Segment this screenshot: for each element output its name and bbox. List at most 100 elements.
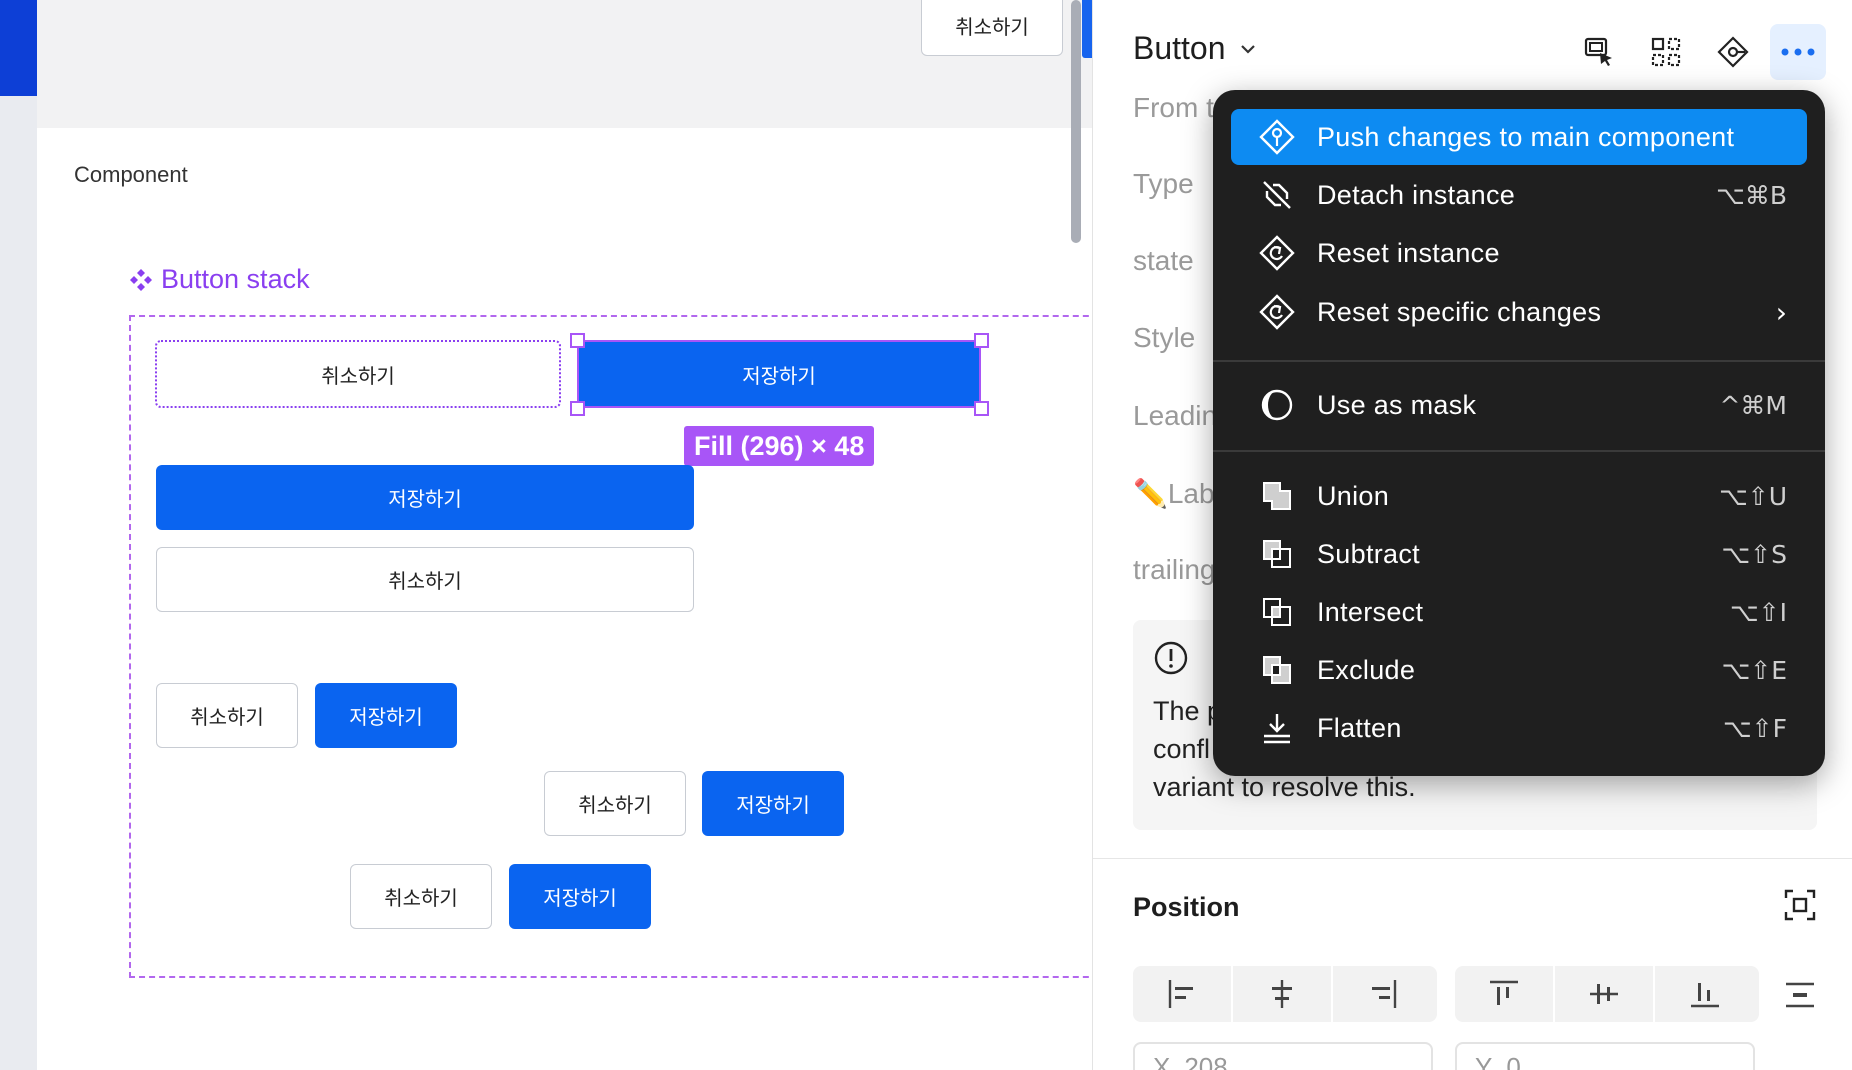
constraints-button[interactable] [1783,888,1817,927]
menu-item-label: Detach instance [1317,179,1516,210]
submenu-chevron-icon: › [1775,295,1787,329]
menu-item-push-changes[interactable]: Push changes to main component [1231,109,1807,165]
chevron-down-icon [1240,37,1256,60]
align-bottom-icon [1691,983,1719,1008]
resize-handle-bl[interactable] [570,401,585,416]
cancel-button[interactable]: 취소하기 [156,547,694,612]
save-button[interactable]: 저장하기 [509,864,651,929]
menu-item-shortcut: ⌥⇧E [1721,655,1787,685]
distribute-icon [1786,982,1814,1008]
section-label: Component [74,162,188,187]
prop-label-type: Type [1133,168,1194,199]
component-icon [130,268,152,291]
exclude-icon [1257,650,1297,690]
resize-handle-br[interactable] [974,401,989,416]
left-sidebar-stripe [0,0,37,1070]
canvas-scrollbar[interactable] [1071,0,1081,243]
prop-label-from: From t [1133,92,1214,123]
resize-handle-tl[interactable] [570,333,585,348]
prop-label-style: Style [1133,322,1196,353]
menu-item-detach-instance[interactable]: Detach instance ⌥⌘B [1231,167,1807,223]
menu-item-label: Flatten [1317,712,1402,743]
align-center-icon [1272,980,1292,1008]
save-button[interactable]: 저장하기 [315,683,457,748]
menu-item-union[interactable]: Union ⌥⇧U [1231,468,1807,524]
cancel-button[interactable]: 취소하기 [350,864,492,929]
menu-item-intersect[interactable]: Intersect ⌥⇧I [1231,584,1807,640]
vertical-align-group [1455,966,1759,1022]
align-top-button[interactable] [1455,966,1555,1022]
menu-item-label: Push changes to main component [1317,121,1735,152]
prop-label-leading: Leadin [1133,400,1218,431]
align-vertical-center-button[interactable] [1555,966,1655,1022]
top-cancel-button[interactable]: 취소하기 [921,0,1063,56]
hover-outline [155,340,561,408]
design-canvas[interactable]: 취소하기 Component Button stack 취소하기 저장하기 Fi… [37,0,1092,1070]
menu-item-reset-specific-changes[interactable]: Reset specific changes › [1231,284,1807,340]
menu-item-subtract[interactable]: Subtract ⌥⇧S [1231,526,1807,582]
menu-item-shortcut: ⌥⇧I [1729,597,1787,627]
menu-item-use-as-mask[interactable]: Use as mask ^⌘M [1231,377,1807,433]
align-bottom-button[interactable] [1655,966,1755,1022]
reset-icon [1257,233,1297,273]
more-icon [1781,48,1815,56]
save-button[interactable]: 저장하기 [156,465,694,530]
menu-item-shortcut: ⌥⌘B [1716,180,1787,210]
cancel-button[interactable]: 취소하기 [156,683,298,748]
prop-label-trailing: trailing [1133,554,1216,585]
resize-handle-tr[interactable] [974,333,989,348]
horizontal-align-group [1133,966,1437,1022]
sidebar-accent [0,0,37,96]
x-value: 208 [1184,1052,1228,1070]
menu-separator [1213,360,1825,362]
main-component-icon [1717,36,1749,68]
go-to-main-component-button[interactable] [1705,24,1761,80]
push-changes-icon [1257,117,1297,157]
menu-item-shortcut: ⌥⇧S [1721,539,1787,569]
align-top-icon [1490,980,1518,1005]
position-section-title: Position [1133,892,1240,922]
instance-title: Button [1133,30,1226,66]
menu-item-flatten[interactable]: Flatten ⌥⇧F [1231,700,1807,756]
distribute-button[interactable] [1783,978,1817,1017]
select-instance-icon [1584,37,1612,66]
subtract-icon [1257,534,1297,574]
instance-name[interactable]: Button [1133,30,1256,67]
menu-item-shortcut: ^⌘M [1719,390,1787,420]
save-button[interactable]: 저장하기 [702,771,844,836]
x-label: X [1153,1052,1171,1070]
menu-item-shortcut: ⌥⇧U [1718,481,1787,511]
size-tag: Fill (296) × 48 [684,426,875,466]
menu-item-label: Reset instance [1317,237,1500,268]
union-icon [1257,476,1297,516]
component-grid-button[interactable] [1638,24,1694,80]
component-frame-title[interactable]: Button stack [129,264,310,295]
menu-item-label: Reset specific changes [1317,296,1602,327]
menu-separator [1213,450,1825,452]
warning-icon [1154,641,1188,675]
more-options-button[interactable] [1770,24,1826,80]
canvas-edge-accent [1082,0,1092,58]
reset-specific-icon [1257,292,1297,332]
select-instance-button[interactable] [1571,24,1627,80]
prop-label-state: state [1133,245,1194,276]
align-right-icon [1372,980,1397,1008]
x-position-input[interactable]: X 208 [1133,1042,1433,1070]
detach-icon [1257,175,1297,215]
menu-item-reset-instance[interactable]: Reset instance [1231,225,1807,281]
align-right-button[interactable] [1333,966,1433,1022]
menu-item-label: Union [1317,480,1390,511]
menu-item-exclude[interactable]: Exclude ⌥⇧E [1231,642,1807,698]
cancel-button[interactable]: 취소하기 [544,771,686,836]
menu-item-label: Intersect [1317,596,1424,627]
selection-box [577,340,981,408]
align-horizontal-center-button[interactable] [1233,966,1333,1022]
y-label: Y [1475,1052,1493,1070]
instance-context-menu: Push changes to main component Detach in… [1213,90,1825,776]
section-divider [1093,858,1852,859]
menu-item-shortcut: ⌥⇧F [1722,713,1787,743]
align-middle-icon [1590,984,1618,1004]
flatten-icon [1257,708,1297,748]
y-position-input[interactable]: Y 0 [1455,1042,1755,1070]
align-left-button[interactable] [1133,966,1233,1022]
